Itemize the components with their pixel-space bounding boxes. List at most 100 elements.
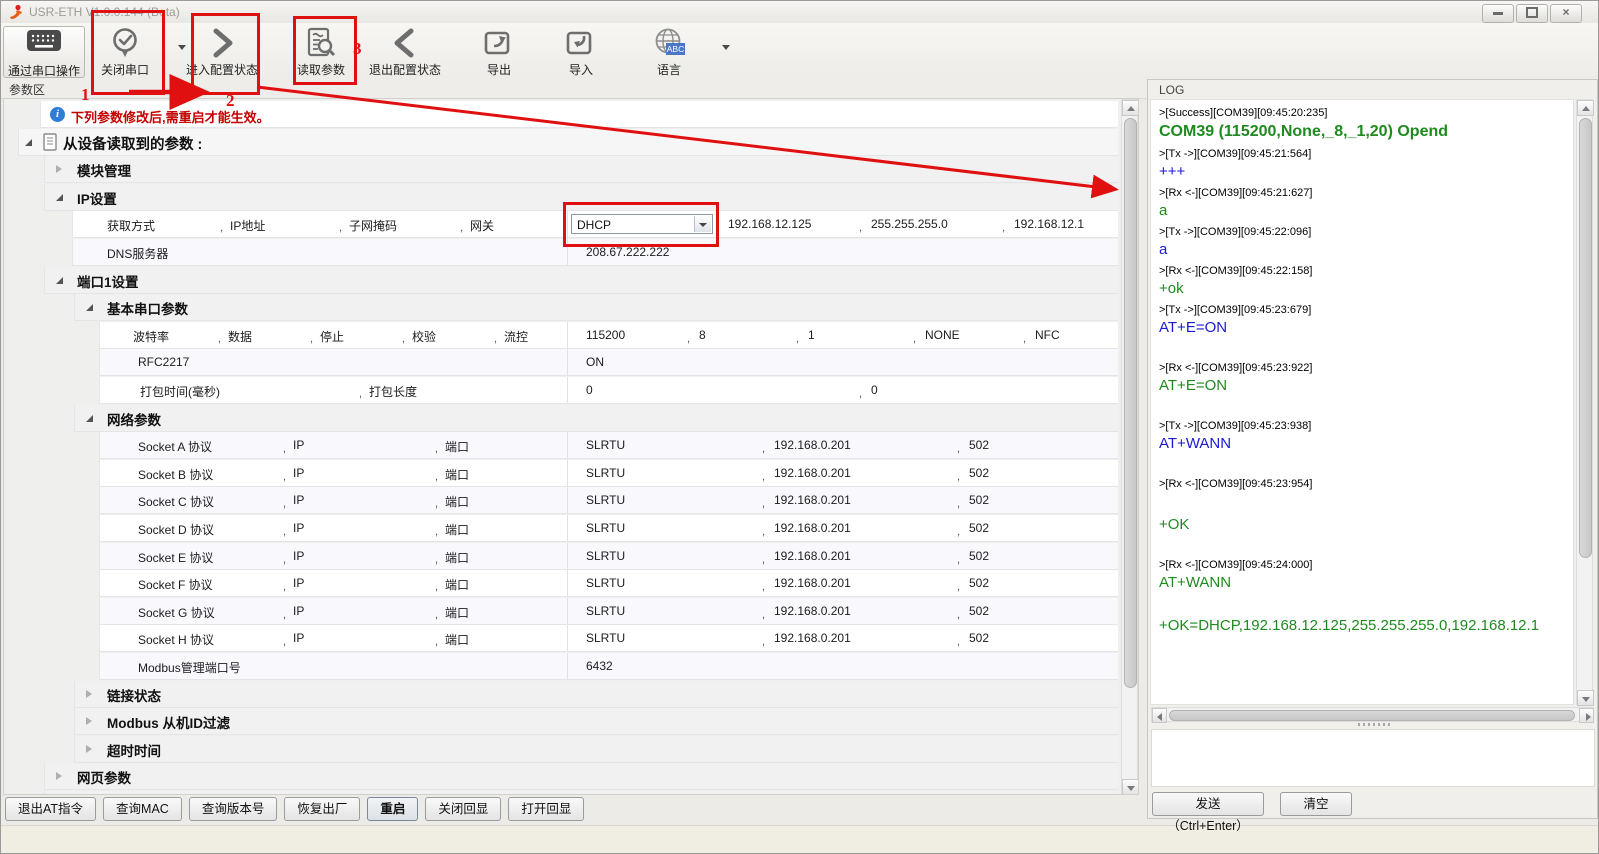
group-row-网页参数[interactable]: 网页参数 <box>44 763 1118 790</box>
action-button-查询MAC[interactable]: 查询MAC <box>103 797 182 821</box>
field-value[interactable]: ON <box>586 355 604 369</box>
expander-open-icon[interactable] <box>56 277 63 284</box>
expander-open-icon[interactable] <box>86 304 93 311</box>
field-value[interactable]: 502 <box>969 576 989 590</box>
scroll-up-button[interactable] <box>1122 100 1139 116</box>
group-row-模块管理[interactable]: 模块管理 <box>44 156 1118 183</box>
splitter-handle[interactable] <box>1358 723 1392 726</box>
expander-open-icon[interactable] <box>25 139 32 146</box>
scroll-right-button[interactable] <box>1579 708 1594 723</box>
scrollbar-thumb[interactable] <box>1169 710 1575 721</box>
expander-open-icon[interactable] <box>86 415 93 422</box>
field-value[interactable]: 502 <box>969 521 989 535</box>
field-value[interactable]: 0 <box>586 383 593 397</box>
field-value[interactable]: 192.168.12.1 <box>1014 217 1084 231</box>
group-row-IP设置[interactable]: IP设置 <box>44 184 1118 211</box>
tab-params-area[interactable]: 参数区 <box>9 81 45 98</box>
scrollbar-thumb[interactable] <box>1579 118 1592 558</box>
select-arrow-button[interactable] <box>694 216 711 232</box>
field-value[interactable]: 502 <box>969 493 989 507</box>
action-button-查询版本号[interactable]: 查询版本号 <box>189 797 278 821</box>
scroll-up-button[interactable] <box>1577 100 1594 116</box>
field-label: 端口 <box>445 466 469 483</box>
group-row-端口1设置[interactable]: 端口1设置 <box>44 267 1118 294</box>
field-value[interactable]: 6432 <box>586 659 613 673</box>
field-value[interactable]: 208.67.222.222 <box>586 245 669 259</box>
expander-closed-icon[interactable] <box>86 690 92 698</box>
field-value[interactable]: 1 <box>808 328 815 342</box>
field-value[interactable]: 192.168.0.201 <box>774 604 851 618</box>
field-value[interactable]: SLRTU <box>586 549 625 563</box>
group-row-Modbus 从机ID过滤[interactable]: Modbus 从机ID过滤 <box>74 708 1118 735</box>
field-value[interactable]: 192.168.0.201 <box>774 576 851 590</box>
field-value[interactable]: 192.168.0.201 <box>774 438 851 452</box>
send-button[interactable]: 发送（Ctrl+Enter） <box>1152 792 1264 816</box>
field-value[interactable]: NFC <box>1035 328 1060 342</box>
dhcp-select[interactable]: DHCP <box>571 214 713 234</box>
field-value[interactable]: 192.168.0.201 <box>774 493 851 507</box>
expander-closed-icon[interactable] <box>86 745 92 753</box>
toolbar-button-close-serial[interactable]: 关闭串口 <box>82 26 168 76</box>
toolbar-button-serial-op[interactable]: 通过串口操作 <box>3 26 85 78</box>
param-scrollbar-vertical[interactable] <box>1121 99 1138 794</box>
expander-open-icon[interactable] <box>56 194 63 201</box>
field-label: 打包长度 <box>369 383 417 400</box>
minimize-button[interactable] <box>1482 4 1514 23</box>
log-scrollbar-horizontal[interactable] <box>1151 707 1593 722</box>
field-value[interactable]: NONE <box>925 328 960 342</box>
field-value[interactable]: 502 <box>969 549 989 563</box>
field-value[interactable]: 115200 <box>586 328 625 342</box>
group-row-链接状态[interactable]: 链接状态 <box>74 681 1118 708</box>
field-value[interactable]: 502 <box>969 604 989 618</box>
action-button-退出AT指令[interactable]: 退出AT指令 <box>5 797 96 821</box>
field-value[interactable]: 502 <box>969 438 989 452</box>
group-row-partial[interactable]: 设置 <box>44 791 1118 794</box>
clear-button[interactable]: 清空 <box>1280 792 1352 816</box>
log-scrollbar-vertical[interactable] <box>1576 99 1593 705</box>
toolbar-button-read-params[interactable]: 读取参数 <box>278 26 364 76</box>
field-value[interactable]: 192.168.0.201 <box>774 466 851 480</box>
dropdown-arrow-icon[interactable] <box>722 45 730 50</box>
data-row: 打包时间(毫秒),打包长度0,0 <box>99 377 1118 404</box>
field-value[interactable]: 192.168.0.201 <box>774 631 851 645</box>
toolbar-button-import[interactable]: 导入 <box>538 26 624 76</box>
field-value[interactable]: 502 <box>969 631 989 645</box>
group-row-超时时间[interactable]: 超时时间 <box>74 736 1118 763</box>
expander-closed-icon[interactable] <box>86 717 92 725</box>
toolbar-button-enter-config[interactable]: 进入配置状态 <box>179 26 265 76</box>
toolbar-button-exit-config[interactable]: 退出配置状态 <box>362 26 448 76</box>
action-button-打开回显[interactable]: 打开回显 <box>508 797 584 821</box>
field-value[interactable]: SLRTU <box>586 604 625 618</box>
field-label: DNS服务器 <box>107 245 168 262</box>
field-value[interactable]: SLRTU <box>586 438 625 452</box>
action-button-恢复出厂[interactable]: 恢复出厂 <box>284 797 360 821</box>
send-input[interactable] <box>1151 729 1595 787</box>
scroll-left-button[interactable] <box>1152 708 1167 723</box>
restore-button[interactable] <box>1516 4 1548 23</box>
scroll-down-button[interactable] <box>1577 690 1594 706</box>
field-value[interactable]: 8 <box>699 328 706 342</box>
action-button-关闭回显[interactable]: 关闭回显 <box>425 797 501 821</box>
close-button[interactable]: × <box>1550 4 1582 23</box>
field-value[interactable]: 255.255.255.0 <box>871 217 948 231</box>
field-value[interactable]: 192.168.12.125 <box>728 217 811 231</box>
scrollbar-thumb[interactable] <box>1124 118 1137 688</box>
field-value[interactable]: 502 <box>969 466 989 480</box>
field-value[interactable]: SLRTU <box>586 521 625 535</box>
expander-closed-icon[interactable] <box>56 165 62 173</box>
field-value[interactable]: SLRTU <box>586 631 625 645</box>
field-value[interactable]: 192.168.0.201 <box>774 549 851 563</box>
field-value[interactable]: SLRTU <box>586 576 625 590</box>
field-value[interactable]: 192.168.0.201 <box>774 521 851 535</box>
field-value[interactable]: SLRTU <box>586 493 625 507</box>
toolbar-button-export[interactable]: 导出 <box>456 26 542 76</box>
group-row-网络参数[interactable]: 网络参数 <box>74 405 1118 432</box>
group-row-基本串口参数[interactable]: 基本串口参数 <box>74 294 1118 321</box>
toolbar-button-language[interactable]: ABC语言 <box>626 26 712 76</box>
field-value[interactable]: SLRTU <box>586 466 625 480</box>
action-button-重启[interactable]: 重启 <box>367 797 418 821</box>
tree-root-row[interactable]: 从设备读取到的参数 : <box>18 129 1118 156</box>
field-value[interactable]: 0 <box>871 383 878 397</box>
expander-closed-icon[interactable] <box>56 772 62 780</box>
scroll-down-button[interactable] <box>1122 779 1139 795</box>
